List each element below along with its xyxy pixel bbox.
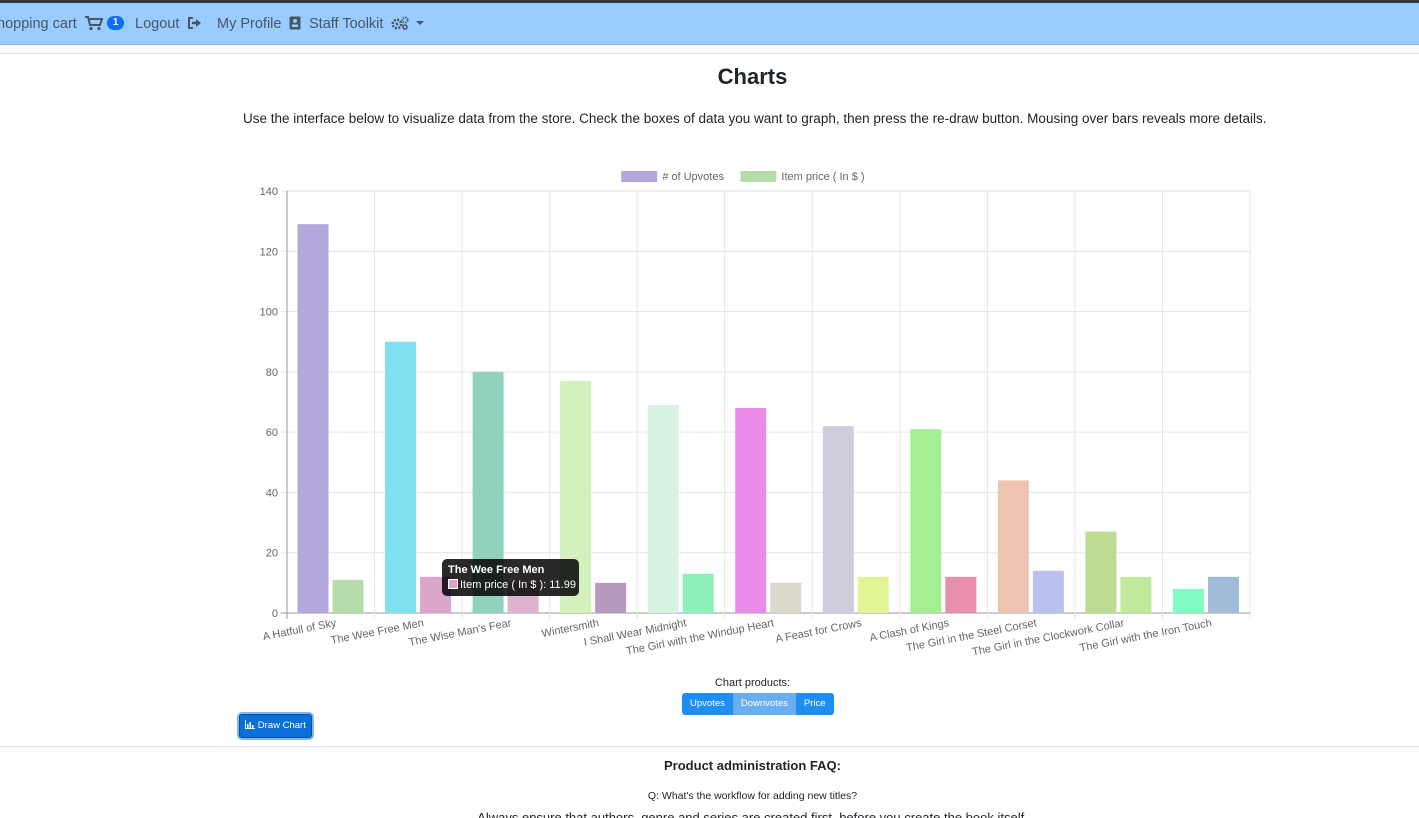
price-bar (1032, 570, 1064, 613)
y-tick-label: 0 (272, 608, 278, 620)
upvotes-bar (385, 341, 417, 613)
page-intro-text: Use the interface below to visualize dat… (243, 111, 1267, 126)
faq-answer: Always ensure that authors, genre and se… (477, 810, 1028, 818)
price-bar (1207, 576, 1239, 613)
legend-swatch (740, 171, 777, 182)
upvotes-bar (297, 224, 329, 613)
price-bar (857, 576, 889, 613)
top-navbar: hopping cart 1 Logout My Profile Staff T… (0, 3, 1419, 45)
nav-logout-label: Logout (135, 16, 180, 32)
tooltip-color-swatch (448, 579, 458, 590)
bar-chart-icon (245, 719, 258, 731)
price-bar (595, 582, 627, 613)
nav-staff-toolkit-label: Staff Toolkit (309, 16, 384, 32)
x-tick-label: The Wise Man's Fear (408, 617, 513, 649)
chart-tooltip: The Wee Free Men Item price ( In $ ): 11… (442, 559, 579, 596)
price-bar (1120, 576, 1152, 613)
upvotes-bar (647, 405, 679, 613)
tooltip-title: The Wee Free Men (448, 564, 545, 576)
y-tick-label: 60 (266, 427, 278, 439)
nav-staff-toolkit[interactable]: Staff Toolkit (309, 3, 424, 45)
tooltip-body: Item price ( In $ ): 11.99 (460, 579, 576, 591)
faq-question: Q: What's the workflow for adding new ti… (647, 790, 858, 802)
logout-icon (187, 16, 202, 32)
draw-chart-button[interactable]: Draw Chart (239, 714, 312, 738)
profile-card-icon (289, 16, 301, 32)
price-bar (945, 576, 977, 613)
price-bar (682, 573, 714, 613)
legend-label: # of Upvotes (662, 171, 724, 183)
upvotes-bar (735, 408, 767, 613)
y-tick-label: 140 (260, 186, 278, 198)
y-tick-label: 120 (260, 246, 278, 258)
x-tick-label: A Feast for Crows (775, 617, 864, 646)
price-bar (332, 579, 364, 613)
x-tick-label: The Girl with the Windup Heart (625, 617, 775, 657)
toggle-upvotes-button[interactable]: Upvotes (682, 693, 733, 715)
gears-icon (391, 16, 415, 32)
cart-count-badge: 1 (106, 16, 125, 31)
chart-products-label: Chart products: (714, 677, 791, 689)
cart-icon (84, 15, 107, 32)
y-tick-label: 40 (266, 487, 278, 499)
y-tick-label: 100 (260, 307, 278, 319)
nav-logout[interactable]: Logout (135, 3, 202, 45)
section-divider (0, 746, 1419, 747)
toggle-downvotes-button[interactable]: Downvotes (732, 693, 796, 715)
x-tick-label: A Hatfull of Sky (262, 617, 338, 643)
nav-shopping-cart-label: hopping cart (0, 16, 77, 32)
toggle-price-button[interactable]: Price (795, 693, 834, 715)
nav-shopping-cart[interactable]: hopping cart 1 (0, 3, 125, 45)
price-bar (770, 582, 802, 613)
upvotes-bar (822, 426, 854, 613)
chevron-down-icon (415, 16, 424, 32)
nav-my-profile[interactable]: My Profile (217, 3, 301, 45)
chart-products-toggle-group: Upvotes Downvotes Price (682, 693, 834, 715)
upvotes-bar (997, 480, 1029, 613)
legend-label: Item price ( In $ ) (781, 171, 864, 183)
draw-chart-label: Draw Chart (257, 720, 306, 731)
y-tick-label: 80 (266, 367, 278, 379)
upvotes-bar (1085, 531, 1117, 613)
legend-swatch (621, 171, 658, 182)
bar-chart[interactable]: 0 20 40 60 80 100 120 140 A Hatfull of Sky The We… (250, 160, 1260, 665)
faq-title: Product administration FAQ: (664, 758, 841, 773)
y-tick-label: 20 (266, 548, 278, 560)
navbar-divider (0, 53, 1419, 54)
upvotes-bar (910, 429, 942, 613)
upvotes-bar (1172, 588, 1204, 613)
page-title: Charts (717, 64, 788, 89)
nav-my-profile-label: My Profile (217, 16, 282, 32)
